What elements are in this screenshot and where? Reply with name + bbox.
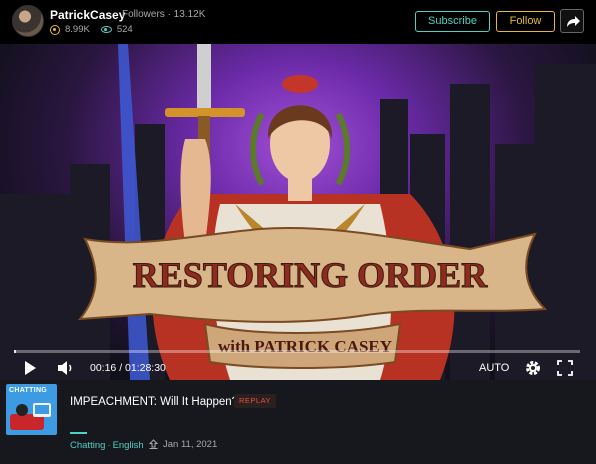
publish-date: Jan 11, 2021 [148, 439, 217, 450]
play-icon [25, 361, 36, 375]
settings-button[interactable] [524, 359, 542, 377]
art-subtitle: with PATRICK CASEY [218, 337, 392, 356]
playback-time: 00:16 / 01:28:30 [90, 362, 166, 374]
share-button[interactable] [560, 9, 584, 33]
play-button[interactable] [22, 359, 38, 377]
view-count: 524 [116, 24, 133, 35]
fullscreen-icon [557, 360, 573, 376]
thumbnail-art [10, 403, 51, 430]
category-thumbnail[interactable]: CHATTING [6, 384, 57, 435]
video-player[interactable]: RESTORING ORDER with PATRICK CASEY 00:16… [0, 44, 596, 380]
stream-info: CHATTING IMPEACHMENT: Will It Happen? RE… [0, 380, 596, 464]
gear-icon [526, 361, 540, 375]
category-link[interactable]: Chatting [70, 440, 105, 451]
quality-selector[interactable]: AUTO [479, 359, 509, 377]
replay-badge: REPLAY [234, 394, 277, 408]
coin-icon [50, 24, 60, 35]
seek-bar[interactable] [14, 350, 580, 353]
volume-button[interactable] [56, 359, 76, 377]
channel-avatar[interactable] [12, 5, 44, 37]
language-link[interactable]: English [113, 440, 144, 451]
video-frame-artwork: RESTORING ORDER with PATRICK CASEY [0, 44, 596, 380]
publish-date-text: Jan 11, 2021 [163, 439, 218, 450]
channel-stats: 8.99K 524 [50, 24, 133, 35]
eye-icon [100, 26, 112, 33]
upload-icon [148, 439, 159, 449]
accent-divider [70, 432, 87, 434]
share-arrow-icon [567, 16, 580, 27]
follow-button[interactable]: Follow [496, 11, 555, 32]
channel-header: PatrickCasey Followers · 13.12K 8.99K 52… [0, 0, 596, 44]
art-title: RESTORING ORDER [133, 255, 488, 295]
video-title: IMPEACHMENT: Will It Happen? [70, 396, 239, 408]
volume-icon [58, 361, 72, 375]
subscribe-button[interactable]: Subscribe [415, 11, 490, 32]
fullscreen-button[interactable] [556, 359, 574, 377]
video-tags: Chatting · English [70, 440, 144, 451]
channel-name[interactable]: PatrickCasey [50, 8, 125, 22]
coin-count: 8.99K [65, 24, 90, 35]
followers-count: Followers · 13.12K [122, 9, 206, 20]
seek-bar-fill [14, 350, 16, 353]
